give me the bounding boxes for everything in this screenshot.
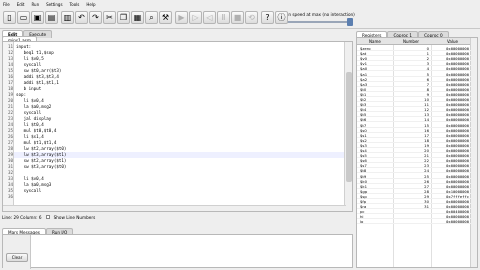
header-name[interactable]: Name [369,39,381,44]
menu-tools[interactable]: Tools [70,2,80,7]
editor-horizontal-scrollbar[interactable] [3,205,346,211]
register-table-header: Name Number Value [357,38,471,45]
menu-settings[interactable]: Settings [46,2,62,7]
register-row[interactable]: lo 0x00000000 [357,219,471,225]
backstep-button[interactable]: ◁ [203,11,216,24]
code-line[interactable]: sw $t3,array($t0) [16,164,67,170]
help-icon: ? [265,12,270,22]
line-number: 36 [7,194,13,199]
menu-file[interactable]: File [3,2,10,7]
save-all-icon: ▤ [47,12,56,22]
code-line[interactable]: syscall [16,188,42,194]
find-button[interactable]: ⌕ [145,11,158,24]
clear-button[interactable]: Clear [6,253,28,262]
show-line-numbers-checkbox[interactable] [45,215,50,219]
reset-button[interactable]: ⟲ [245,11,258,24]
message-panel: Clear [2,234,353,269]
copy-button[interactable]: ❐ [117,11,130,24]
menu-help[interactable]: Help [86,2,95,7]
find-icon: ⌕ [149,12,154,22]
print-icon: ▥ [63,12,72,22]
run-button[interactable]: ▶ [175,11,188,24]
redo-button[interactable]: ↷ [89,11,102,24]
header-value[interactable]: Value [447,39,458,44]
print-button[interactable]: ▥ [61,11,74,24]
register-value: 0x00000000 [446,219,469,225]
copy-icon: ❐ [119,12,128,22]
menu-run[interactable]: Run [31,2,39,7]
show-line-numbers-label: Show Line Numbers [53,214,96,220]
run-icon: ▶ [178,12,185,22]
stop-button[interactable]: ■ [231,11,244,24]
message-side-bar: Clear [3,235,31,269]
run-speed-label: Run speed at max (no interaction) [283,12,355,17]
menu-bar: File Edit Run Settings Tools Help [0,0,480,8]
scrollbar-thumb[interactable] [346,72,352,182]
register-table: Name Number Value $zero 0 0x00000000 $at 1 0x… [356,37,478,268]
menu-edit[interactable]: Edit [17,2,25,7]
new-file-button[interactable]: ▯ [3,11,16,24]
assemble-icon: ⚒ [161,12,170,22]
undo-icon: ↶ [78,12,85,22]
paste-button[interactable]: ▦ [131,11,144,24]
info-icon: ⓘ [277,12,286,22]
paste-icon: ▦ [133,12,142,22]
save-all-button[interactable]: ▤ [45,11,58,24]
info-button[interactable]: ⓘ [275,11,288,24]
assemble-button[interactable]: ⚒ [159,11,172,24]
header-number[interactable]: Number [403,39,419,44]
new-file-icon: ▯ [7,12,12,22]
editor-status-bar: Line: 29 Column: 6 Show Line Numbers [2,213,353,221]
open-icon: ▭ [19,12,28,22]
save-icon: ▣ [33,12,42,22]
undo-button[interactable]: ↶ [75,11,88,24]
register-scrollbar[interactable] [470,38,477,267]
toolbar: Run speed at max (no interaction) ▯ ▭ ▣ ▤ ▥ ↶… [0,8,480,29]
redo-icon: ↷ [92,12,99,22]
pause-button[interactable]: Ⅱ [217,11,230,24]
pause-icon: Ⅱ [221,12,226,22]
cut-icon: ✂ [106,12,113,22]
backstep-icon: ◁ [206,12,213,22]
cut-button[interactable]: ✂ [103,11,116,24]
open-button[interactable]: ▭ [17,11,30,24]
reset-icon: ⟲ [248,12,255,22]
editor-vertical-scrollbar[interactable] [344,42,352,211]
save-button[interactable]: ▣ [31,11,44,24]
step-icon: ▷ [192,12,199,22]
register-name: lo [360,219,364,225]
cursor-position: Line: 29 Column: 6 [2,214,42,220]
stop-icon: ■ [233,12,242,22]
help-button[interactable]: ? [261,11,274,24]
step-button[interactable]: ▷ [189,11,202,24]
code-editor[interactable]: 11 input: 12 beq1 t1,$sop 13 li $v0,5 14 sys… [2,41,353,212]
run-speed-slider[interactable] [283,18,353,26]
